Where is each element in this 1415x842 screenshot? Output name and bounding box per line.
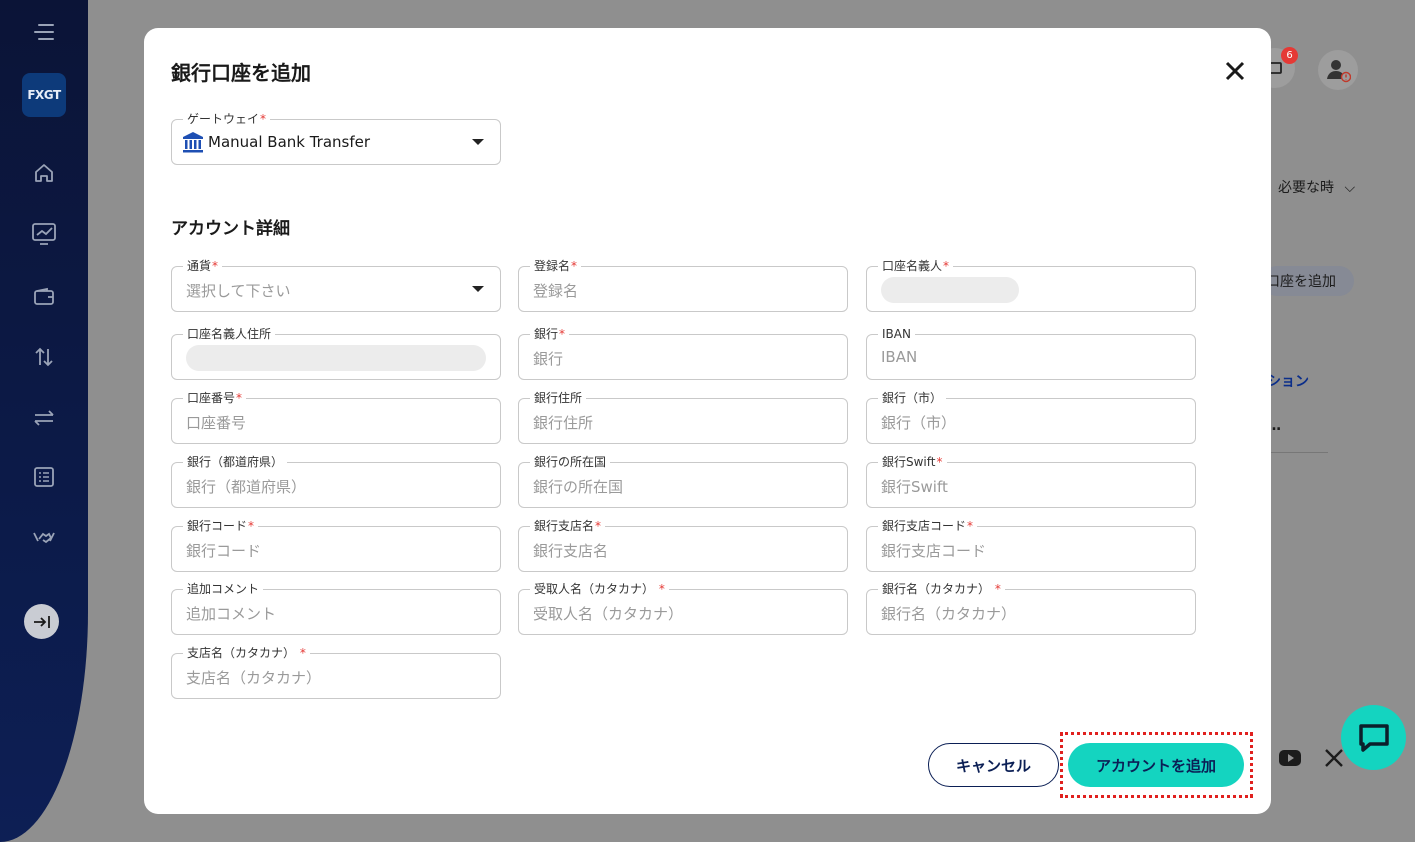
bank-icon — [183, 132, 203, 153]
bank-country-label: 銀行の所在国 — [530, 454, 611, 470]
cancel-button[interactable]: キャンセル — [928, 743, 1059, 787]
branch-code-input[interactable]: 銀行支店コード* 銀行支店コード — [866, 518, 1196, 572]
iban-label: IBAN — [878, 326, 915, 342]
bank-prefecture-placeholder: 銀行（都道府県） — [186, 478, 307, 496]
branch-kana-placeholder: 支店名（カタカナ） — [186, 669, 322, 687]
account-holder-input[interactable]: 口座名義人* — [866, 258, 1196, 312]
iban-placeholder: IBAN — [881, 348, 918, 366]
bank-swift-placeholder: 銀行Swift — [881, 478, 948, 496]
bank-city-placeholder: 銀行（市） — [881, 414, 957, 432]
branch-name-input[interactable]: 銀行支店名* 銀行支店名 — [518, 518, 848, 572]
background-add-account-pill[interactable]: 口座を追加 — [1262, 266, 1354, 296]
handshake-icon[interactable] — [30, 523, 58, 551]
bank-address-input[interactable]: 銀行住所 銀行住所 — [518, 390, 848, 444]
comment-placeholder: 追加コメント — [186, 605, 277, 623]
bank-kana-placeholder: 銀行名（カタカナ） — [881, 605, 1017, 623]
transfer-horizontal-icon[interactable] — [30, 404, 58, 432]
currency-placeholder: 選択して下さい — [186, 282, 291, 300]
gateway-value: Manual Bank Transfer — [208, 133, 371, 151]
bank-label: 銀行* — [530, 326, 570, 342]
transfer-vertical-icon[interactable] — [30, 343, 58, 371]
bank-swift-input[interactable]: 銀行Swift* 銀行Swift — [866, 454, 1196, 508]
bank-kana-input[interactable]: 銀行名（カタカナ） * 銀行名（カタカナ） — [866, 581, 1196, 635]
bank-city-input[interactable]: 銀行（市） 銀行（市） — [866, 390, 1196, 444]
comment-input[interactable]: 追加コメント 追加コメント — [171, 581, 501, 635]
add-bank-account-modal: 銀行口座を追加 ゲートウェイ* Manual Bank Transfer アカウ… — [144, 28, 1271, 814]
holder-address-label: 口座名義人住所 — [183, 326, 276, 342]
fxgt-logo[interactable]: FXGT — [22, 73, 66, 117]
chevron-down-icon: ⌵ — [1344, 180, 1356, 196]
recipient-kana-placeholder: 受取人名（カタカナ） — [533, 605, 684, 623]
background-link[interactable]: ション — [1267, 371, 1309, 391]
highlight-annotation — [1060, 732, 1253, 798]
bank-input[interactable]: 銀行* 銀行 — [518, 326, 848, 380]
branch-kana-label: 支店名（カタカナ） * — [183, 645, 310, 661]
bank-placeholder: 銀行 — [533, 350, 564, 368]
bank-city-label: 銀行（市） — [878, 390, 947, 406]
gateway-select[interactable]: ゲートウェイ* Manual Bank Transfer — [171, 111, 501, 165]
background-dropdown-label: 必要な時 — [1278, 180, 1334, 196]
registration-name-placeholder: 登録名 — [533, 282, 579, 300]
account-number-label: 口座番号* — [183, 390, 247, 406]
bank-code-label: 銀行コード* — [183, 518, 259, 534]
user-avatar-icon[interactable] — [1318, 50, 1358, 90]
branch-name-placeholder: 銀行支店名 — [533, 542, 609, 560]
recipient-kana-input[interactable]: 受取人名（カタカナ） * 受取人名（カタカナ） — [518, 581, 848, 635]
list-icon[interactable] — [30, 463, 58, 491]
bank-kana-label: 銀行名（カタカナ） * — [878, 581, 1005, 597]
holder-address-input[interactable]: 口座名義人住所 — [171, 326, 501, 380]
close-icon[interactable] — [1220, 56, 1250, 86]
currency-label: 通貨* — [183, 258, 223, 274]
account-details-title: アカウント詳細 — [171, 219, 290, 239]
registration-name-input[interactable]: 登録名* 登録名 — [518, 258, 848, 312]
caret-down-icon — [472, 139, 484, 145]
chat-icon — [1358, 723, 1389, 752]
modal-title: 銀行口座を追加 — [171, 61, 311, 85]
redacted-value — [186, 345, 486, 371]
branch-code-placeholder: 銀行支店コード — [881, 542, 987, 560]
caret-down-icon — [472, 286, 484, 292]
home-icon[interactable] — [30, 159, 58, 187]
account-number-input[interactable]: 口座番号* 口座番号 — [171, 390, 501, 444]
account-holder-label: 口座名義人* — [878, 258, 954, 274]
chart-icon[interactable] — [30, 220, 58, 248]
branch-kana-input[interactable]: 支店名（カタカナ） * 支店名（カタカナ） — [171, 645, 501, 699]
gateway-label: ゲートウェイ* — [183, 111, 271, 127]
bank-code-placeholder: 銀行コード — [186, 542, 262, 560]
bank-address-placeholder: 銀行住所 — [533, 414, 594, 432]
notification-badge: 6 — [1281, 47, 1298, 64]
account-number-placeholder: 口座番号 — [186, 414, 247, 432]
chat-button[interactable] — [1341, 705, 1406, 770]
iban-input[interactable]: IBAN IBAN — [866, 326, 1196, 380]
recipient-kana-label: 受取人名（カタカナ） * — [530, 581, 669, 597]
wallet-icon[interactable] — [30, 283, 58, 311]
bank-country-placeholder: 銀行の所在国 — [533, 478, 624, 496]
x-twitter-icon[interactable] — [1324, 748, 1344, 773]
menu-icon[interactable] — [30, 18, 58, 46]
currency-select[interactable]: 通貨* 選択して下さい — [171, 258, 501, 312]
bank-code-input[interactable]: 銀行コード* 銀行コード — [171, 518, 501, 572]
expand-icon[interactable] — [24, 604, 59, 639]
sidebar: FXGT — [0, 0, 88, 842]
registration-name-label: 登録名* — [530, 258, 582, 274]
bank-country-input[interactable]: 銀行の所在国 銀行の所在国 — [518, 454, 848, 508]
bank-prefecture-label: 銀行（都道府県） — [183, 454, 288, 470]
redacted-value — [881, 277, 1019, 303]
branch-name-label: 銀行支店名* — [530, 518, 606, 534]
background-dropdown[interactable]: 必要な時 ⌵ — [1278, 177, 1355, 197]
comment-label: 追加コメント — [183, 581, 264, 597]
bank-prefecture-input[interactable]: 銀行（都道府県） 銀行（都道府県） — [171, 454, 501, 508]
youtube-icon[interactable] — [1278, 748, 1302, 772]
background-divider — [1262, 452, 1328, 453]
branch-code-label: 銀行支店コード* — [878, 518, 978, 534]
bank-swift-label: 銀行Swift* — [878, 454, 947, 470]
bank-address-label: 銀行住所 — [530, 390, 587, 406]
